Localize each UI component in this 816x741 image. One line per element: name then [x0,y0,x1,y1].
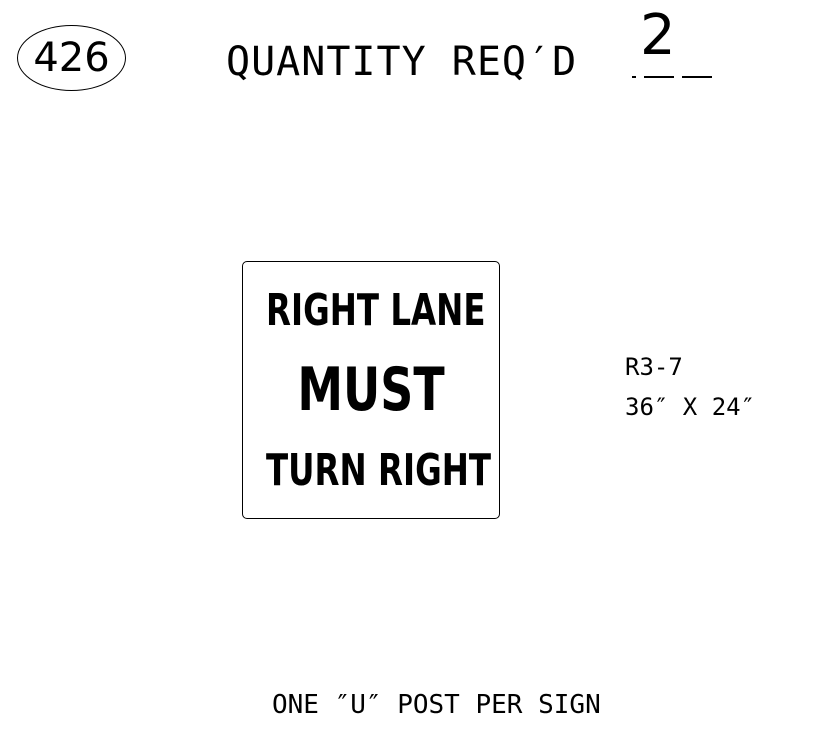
sign-text-line: TURN RIGHT [266,445,492,496]
sign-text-line: RIGHT LANE [266,285,486,336]
sign-size: 36″ X 24″ [625,393,756,421]
quantity-underline [632,76,712,78]
sign-face: RIGHT LANE MUST TURN RIGHT [242,261,500,519]
post-note: ONE ″U″ POST PER SIGN [272,690,601,720]
sheet-number-badge: 426 [17,25,126,91]
quantity-value: 2 [640,3,676,68]
quantity-label: QUANTITY REQ′D [226,39,578,85]
sign-text-line: MUST [297,355,445,425]
sign-code: R3-7 [625,353,683,381]
sheet-number: 426 [33,35,110,81]
